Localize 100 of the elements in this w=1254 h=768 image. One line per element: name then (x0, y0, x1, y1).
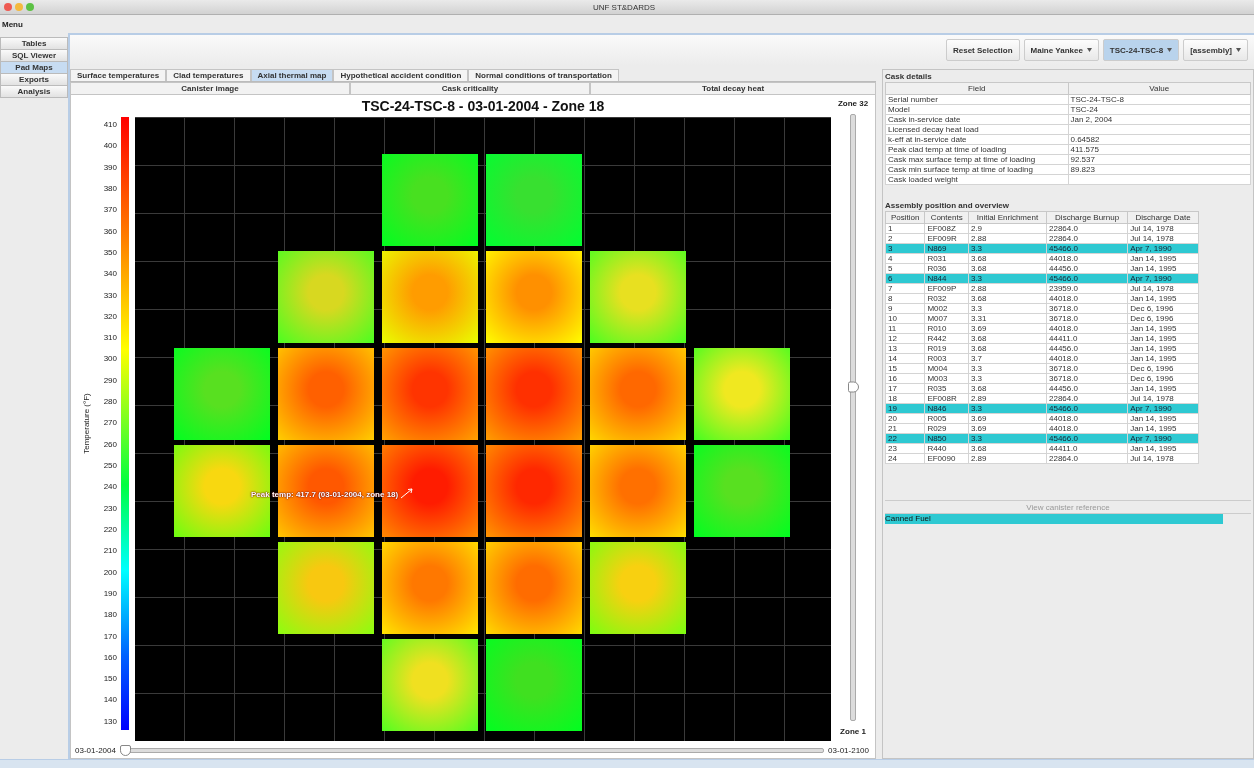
dropdown-button[interactable]: Maine Yankee (1023, 39, 1099, 61)
tab[interactable]: Axial thermal map (250, 69, 334, 81)
table-cell: 11 (885, 323, 925, 334)
table-row[interactable]: 2 EF009R 2.88 22864.0 Jul 14, 1978 (885, 233, 1199, 244)
tab[interactable]: Normal conditions of transportation (468, 69, 619, 81)
tab[interactable]: Surface temperatures (70, 69, 167, 81)
table-cell: 3.69 (968, 423, 1047, 434)
nav-tab[interactable]: SQL Viewer (0, 50, 68, 62)
table-cell: R005 (924, 413, 969, 424)
table-cell: Jul 14, 1978 (1127, 233, 1199, 244)
table-cell: Jan 14, 1995 (1127, 253, 1199, 264)
table-cell: 44456.0 (1046, 383, 1128, 394)
table-row[interactable]: 24 EF0090 2.89 22864.0 Jul 14, 1978 (885, 453, 1199, 464)
column-header: Value (1068, 82, 1251, 95)
tick-label: 190 (102, 589, 117, 598)
tick-label: 270 (102, 419, 117, 428)
axis-label: Temperature (°F) (81, 393, 91, 454)
nav-tab[interactable]: Tables (0, 37, 68, 50)
table-cell: 2.88 (968, 233, 1047, 244)
table-cell: Apr 7, 1990 (1127, 403, 1199, 414)
list-item[interactable]: Canned Fuel (885, 514, 1223, 524)
table-cell: 22 (885, 433, 925, 444)
table-cell: 3.7 (968, 353, 1047, 364)
table-cell: 44411.0 (1046, 443, 1128, 454)
tick-label: 130 (102, 717, 117, 726)
table-cell: 10 (885, 313, 925, 324)
table-row[interactable]: 5 R036 3.68 44456.0 Jan 14, 1995 (885, 263, 1199, 274)
column-header: Discharge Date (1127, 211, 1199, 224)
column-header: Field (885, 82, 1068, 95)
dropdown-button[interactable]: [assembly] (1183, 39, 1248, 61)
table-cell: EF008R (924, 393, 969, 404)
table-cell: R003 (924, 353, 969, 364)
table-cell: 411.575 (1070, 145, 1099, 154)
table-cell: 4 (885, 253, 925, 264)
table-row[interactable]: 12 R442 3.68 44411.0 Jan 14, 1995 (885, 333, 1199, 344)
table-row[interactable]: 1 EF008Z 2.9 22864.0 Jul 14, 1978 (885, 223, 1199, 234)
table-row[interactable]: 21 R029 3.69 44018.0 Jan 14, 1995 (885, 423, 1199, 434)
table-cell: M004 (924, 363, 969, 374)
table-cell: 7 (885, 283, 925, 294)
table-cell: Jan 14, 1995 (1127, 443, 1199, 454)
table-cell: 3.3 (968, 373, 1047, 384)
table-cell: Jan 14, 1995 (1127, 293, 1199, 304)
table-cell: Cask min surface temp at time of loading (885, 164, 1068, 175)
table-row[interactable]: 8 R032 3.68 44018.0 Jan 14, 1995 (885, 293, 1199, 304)
table-cell: 36718.0 (1046, 363, 1128, 374)
table-row[interactable]: 9 M002 3.3 36718.0 Dec 6, 1996 (885, 303, 1199, 314)
table-cell: 3.3 (968, 433, 1047, 444)
table-cell: EF0090 (924, 453, 969, 464)
table-row[interactable]: 4 R031 3.68 44018.0 Jan 14, 1995 (885, 253, 1199, 264)
table-cell: 8 (885, 293, 925, 304)
tick-label: 170 (102, 632, 117, 641)
tick-label: 140 (102, 696, 117, 705)
table-row[interactable]: 10 M007 3.31 36718.0 Dec 6, 1996 (885, 313, 1199, 324)
table-row[interactable]: 7 EF009P 2.88 23959.0 Jul 14, 1978 (885, 283, 1199, 294)
nav-tab[interactable]: Exports (0, 74, 68, 86)
table-row[interactable]: 6 N844 3.3 45466.0 Apr 7, 1990 (885, 273, 1199, 284)
table-row[interactable]: 18 EF008R 2.89 22864.0 Jul 14, 1978 (885, 393, 1199, 404)
dropdown-button[interactable]: TSC-24-TSC-8 (1102, 39, 1180, 61)
nav-tab[interactable]: Analysis (0, 86, 68, 98)
table-row[interactable]: 11 R010 3.69 44018.0 Jan 14, 1995 (885, 323, 1199, 334)
table-cell: 23 (885, 443, 925, 454)
table-cell: 18 (885, 393, 925, 404)
tick-label: 240 (102, 483, 117, 492)
table-cell: 89.823 (1070, 165, 1095, 174)
table-cell: 3.68 (968, 443, 1047, 454)
tick-label: 150 (102, 675, 117, 684)
table-cell: Apr 7, 1990 (1127, 433, 1199, 444)
table-cell: M007 (924, 313, 969, 324)
zone-label: Zone 32 (837, 99, 869, 108)
table-cell: M003 (924, 373, 969, 384)
table-row[interactable]: 16 M003 3.3 36718.0 Dec 6, 1996 (885, 373, 1199, 384)
chart-title: TSC-24-TSC-8 - 03-01-2004 - Zone 18 (360, 97, 606, 116)
table-cell: 15 (885, 363, 925, 374)
tab[interactable]: Clad temperatures (166, 69, 251, 81)
table-cell: 45466.0 (1046, 243, 1128, 254)
table-row[interactable]: 15 M004 3.3 36718.0 Dec 6, 1996 (885, 363, 1199, 374)
table-cell: 44018.0 (1046, 413, 1128, 424)
table-row[interactable]: 20 R005 3.69 44018.0 Jan 14, 1995 (885, 413, 1199, 424)
menu-item[interactable]: Menu (2, 19, 23, 29)
table-cell: 92.537 (1070, 155, 1095, 164)
table-cell: R442 (924, 333, 969, 344)
table-row[interactable]: 13 R019 3.68 44456.0 Jan 14, 1995 (885, 343, 1199, 354)
table-row[interactable]: 23 R440 3.68 44411.0 Jan 14, 1995 (885, 443, 1199, 454)
table-row[interactable]: 14 R003 3.7 44018.0 Jan 14, 1995 (885, 353, 1199, 364)
tab[interactable]: Hypothetical accident condition (333, 69, 469, 81)
table-row[interactable]: 19 N846 3.3 45466.0 Apr 7, 1990 (885, 403, 1199, 414)
table-cell: 22864.0 (1046, 393, 1128, 404)
table-row[interactable]: 22 N850 3.3 45466.0 Apr 7, 1990 (885, 433, 1199, 444)
section-title: Cask details (885, 71, 933, 82)
table-cell: 16 (885, 373, 925, 384)
nav-tab[interactable]: Pad Maps (0, 62, 68, 74)
reset-selection-button[interactable]: Reset Selection (945, 39, 1020, 61)
table-cell: Licensed decay heat load (885, 124, 1068, 135)
table-cell: 36718.0 (1046, 313, 1128, 324)
table-cell: N846 (924, 403, 969, 414)
table-row[interactable]: 17 R035 3.68 44456.0 Jan 14, 1995 (885, 383, 1199, 394)
table-cell: R036 (924, 263, 969, 274)
table-row[interactable]: 3 N869 3.3 45466.0 Apr 7, 1990 (885, 243, 1199, 254)
table-cell: Jan 14, 1995 (1127, 343, 1199, 354)
tick-label: 290 (102, 376, 117, 385)
